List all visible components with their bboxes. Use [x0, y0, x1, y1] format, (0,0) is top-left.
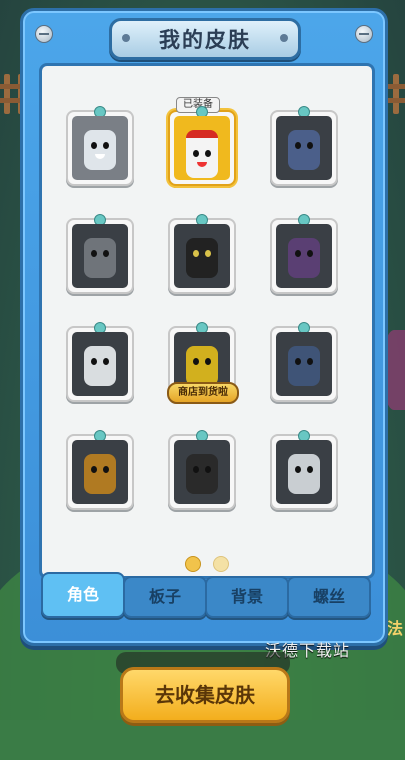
- tab-screw[interactable]: 螺丝: [287, 576, 371, 618]
- skin-slot-equipped[interactable]: 已装备: [168, 97, 236, 186]
- background-side-text: 法: [386, 619, 403, 638]
- skin-slot[interactable]: [66, 322, 134, 402]
- page-title: 我的皮肤: [109, 18, 301, 60]
- skin-grid-container: 已装备 商店到货啦: [39, 63, 375, 579]
- skin-slot[interactable]: [168, 214, 236, 294]
- skin-slot[interactable]: [66, 214, 134, 294]
- bolt-icon: [122, 34, 130, 42]
- tab-background[interactable]: 背景: [205, 576, 289, 618]
- page-title-text: 我的皮肤: [159, 28, 251, 52]
- screw-icon: [35, 25, 53, 43]
- tab-board[interactable]: 板子: [123, 576, 207, 618]
- skin-slot[interactable]: [270, 322, 338, 402]
- collect-skins-button[interactable]: 去收集皮肤: [120, 667, 290, 723]
- skin-panel: 我的皮肤 已装备 商店到货啦 角色 板子 背景 螺丝: [20, 8, 388, 646]
- skin-slot-new-in-shop[interactable]: 商店到货啦: [167, 322, 239, 404]
- screw-icon: [355, 25, 373, 43]
- skin-slot[interactable]: [66, 430, 134, 510]
- skin-slot[interactable]: [270, 106, 338, 186]
- category-tabs: 角色 板子 背景 螺丝: [41, 572, 371, 622]
- skin-slot[interactable]: [168, 430, 236, 510]
- shop-arrival-ribbon: 商店到货啦: [167, 382, 239, 404]
- page-indicator[interactable]: [42, 556, 372, 572]
- page-dot[interactable]: [213, 556, 229, 572]
- page-dot-active[interactable]: [185, 556, 201, 572]
- skin-slot[interactable]: [66, 106, 134, 186]
- skin-slot[interactable]: [270, 214, 338, 294]
- skin-slot[interactable]: [270, 430, 338, 510]
- bolt-icon: [280, 34, 288, 42]
- tab-role[interactable]: 角色: [41, 572, 125, 618]
